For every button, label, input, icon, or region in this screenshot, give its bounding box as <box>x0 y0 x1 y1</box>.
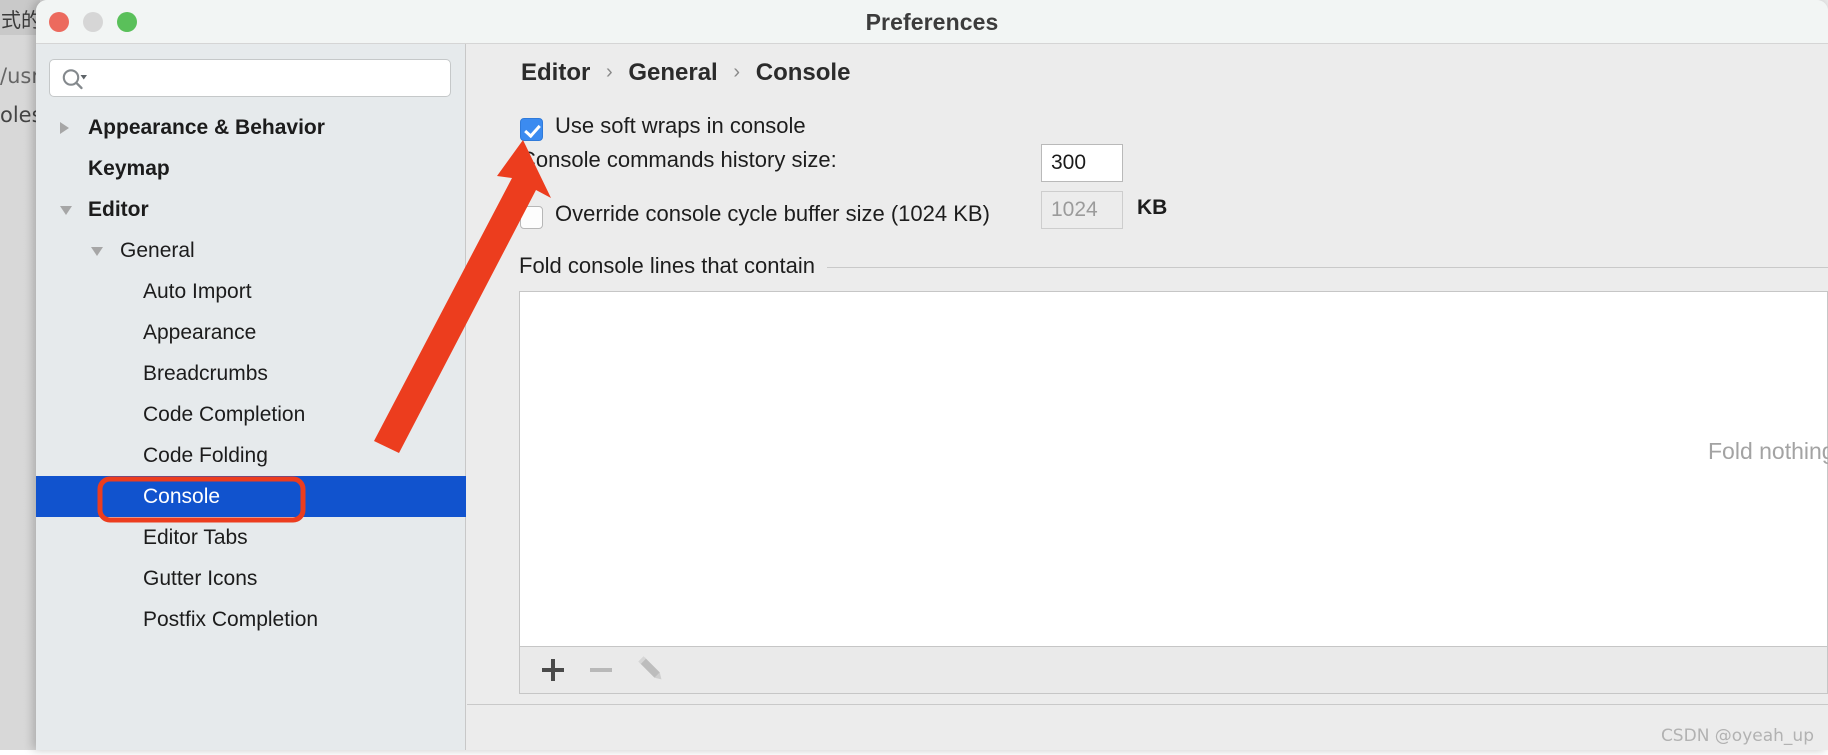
breadcrumb-root[interactable]: Editor <box>521 59 590 86</box>
soft-wraps-checkbox[interactable] <box>520 118 543 141</box>
fold-section-title: Fold console lines that contain <box>519 253 827 279</box>
watermark: CSDN @oyeah_up <box>1661 726 1814 746</box>
sidebar-item-label: Appearance & Behavior <box>88 107 325 148</box>
cycle-buffer-unit-label: KB <box>1137 196 1167 220</box>
sidebar-item-breadcrumbs[interactable]: Breadcrumbs <box>36 353 466 394</box>
dialog-bottom-bar: CSDN @oyeah_up <box>467 704 1828 750</box>
sidebar-item-label: General <box>120 230 195 271</box>
sidebar-item-label: Code Completion <box>143 394 305 435</box>
search-icon <box>62 68 88 95</box>
breadcrumb-separator-2: › <box>724 61 749 83</box>
search-input[interactable] <box>96 60 444 96</box>
sidebar-item-postfix-completion[interactable]: Postfix Completion <box>36 599 466 640</box>
sidebar-item-label: Appearance <box>143 312 256 353</box>
sidebar-item-code-completion[interactable]: Code Completion <box>36 394 466 435</box>
sidebar-item-editor-tabs[interactable]: Editor Tabs <box>36 517 466 558</box>
sidebar-item-label: Keymap <box>88 148 170 189</box>
background-text-line-1: 式的 <box>1 4 41 33</box>
breadcrumb: Editor › General › Console <box>521 59 850 87</box>
breadcrumb-separator-1: › <box>597 61 622 83</box>
fold-empty-placeholder: Fold nothing <box>1708 438 1828 465</box>
edit-button[interactable] <box>628 647 674 692</box>
chevron-right-icon[interactable] <box>60 122 69 134</box>
sidebar-item-general[interactable]: General <box>36 230 466 271</box>
sidebar-item-auto-import[interactable]: Auto Import <box>36 271 466 312</box>
breadcrumb-leaf: Console <box>756 59 851 86</box>
sidebar-item-label: Editor <box>88 189 149 230</box>
chevron-down-icon[interactable] <box>60 206 72 215</box>
console-settings-pane: Editor › General › Console Use soft wrap… <box>467 44 1828 750</box>
sidebar-item-label: Code Folding <box>143 435 268 476</box>
background-text-line-2: /usr <box>0 64 40 88</box>
sidebar-item-label: Console <box>143 476 220 517</box>
soft-wraps-label: Use soft wraps in console <box>555 113 806 139</box>
settings-tree: Appearance & BehaviorKeymapEditorGeneral… <box>36 107 466 640</box>
breadcrumb-middle[interactable]: General <box>628 59 717 86</box>
sidebar-item-label: Gutter Icons <box>143 558 257 599</box>
sidebar-item-label: Auto Import <box>143 271 252 312</box>
add-button[interactable] <box>530 647 576 692</box>
settings-sidebar: Appearance & BehaviorKeymapEditorGeneral… <box>36 44 466 750</box>
sidebar-item-keymap[interactable]: Keymap <box>36 148 466 189</box>
sidebar-item-label: Breadcrumbs <box>143 353 268 394</box>
remove-button[interactable] <box>578 647 624 692</box>
sidebar-item-console[interactable]: Console <box>36 476 466 517</box>
fold-list-toolbar <box>519 647 1828 694</box>
override-cycle-buffer-label: Override console cycle buffer size (1024… <box>555 201 990 227</box>
history-size-label: Console commands history size: <box>520 147 837 173</box>
fold-patterns-list[interactable]: Fold nothing <box>519 291 1828 647</box>
search-box[interactable] <box>49 59 451 97</box>
sidebar-item-appearance[interactable]: Appearance <box>36 312 466 353</box>
cycle-buffer-size-input[interactable] <box>1041 191 1123 229</box>
history-size-input[interactable] <box>1041 144 1123 182</box>
title-bar: Preferences <box>36 0 1828 44</box>
sidebar-item-code-folding[interactable]: Code Folding <box>36 435 466 476</box>
sidebar-item-editor[interactable]: Editor <box>36 189 466 230</box>
preferences-dialog: Preferences Appearance & BehaviorKeymapE… <box>36 0 1828 750</box>
window-title: Preferences <box>36 0 1828 44</box>
sidebar-item-gutter-icons[interactable]: Gutter Icons <box>36 558 466 599</box>
sidebar-item-label: Editor Tabs <box>143 517 248 558</box>
chevron-down-icon[interactable] <box>91 247 103 256</box>
sidebar-item-appearance-behavior[interactable]: Appearance & Behavior <box>36 107 466 148</box>
override-cycle-buffer-checkbox[interactable] <box>520 206 543 229</box>
sidebar-item-label: Postfix Completion <box>143 599 318 640</box>
